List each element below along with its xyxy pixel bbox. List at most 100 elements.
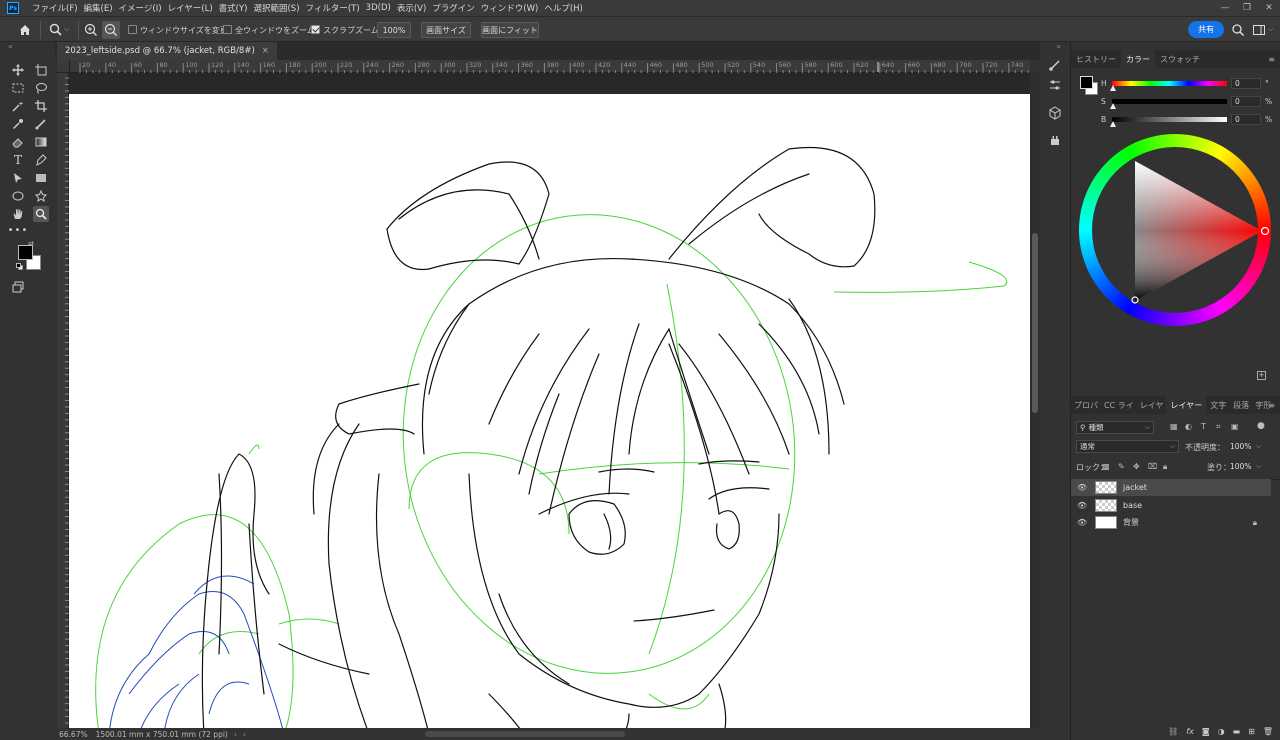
document-canvas[interactable]: [69, 94, 1030, 728]
tab-swatches[interactable]: スウォッチ: [1155, 50, 1205, 68]
menu-edit[interactable]: 編集(E): [81, 2, 116, 14]
opacity-input[interactable]: 100%: [1226, 440, 1260, 453]
new-group-icon[interactable]: ▬: [1233, 727, 1241, 736]
adjustment-layer-icon[interactable]: ◑: [1218, 727, 1225, 736]
fill-screen-button[interactable]: 画面にフィット: [481, 22, 539, 38]
horizontal-scrollbar-thumb[interactable]: [425, 731, 625, 737]
plugin-icon[interactable]: [1048, 134, 1062, 148]
add-mask-icon[interactable]: ◙: [1202, 727, 1210, 736]
ruler-origin[interactable]: [57, 60, 70, 73]
link-layers-icon[interactable]: ⛓︎: [1168, 727, 1178, 736]
tab-paragraph[interactable]: 段落: [1230, 396, 1252, 414]
zoom-all-windows-checkbox[interactable]: [223, 25, 232, 34]
menu-view[interactable]: 表示(V): [394, 2, 429, 14]
more-tools-icon[interactable]: •••: [8, 222, 28, 238]
hue-slider-handle[interactable]: [1110, 85, 1116, 91]
saturation-slider[interactable]: [1112, 99, 1227, 104]
saturation-slider-handle[interactable]: [1110, 103, 1116, 109]
eyedropper-tool-icon[interactable]: [10, 116, 26, 132]
ellipse-tool-icon[interactable]: [10, 188, 26, 204]
menu-image[interactable]: イメージ(I): [116, 2, 165, 14]
zoom-level-readout[interactable]: 66.67%: [59, 730, 88, 739]
document-tab[interactable]: 2023_leftside.psd @ 66.7% (jacket, RGB/8…: [57, 42, 277, 60]
magic-wand-tool-icon[interactable]: [10, 98, 26, 114]
custom-shape-tool-icon[interactable]: [33, 188, 49, 204]
filter-toggle-icon[interactable]: ●: [1257, 421, 1265, 431]
brightness-slider-handle[interactable]: [1110, 121, 1116, 127]
menu-window[interactable]: ウィンドウ(W): [478, 2, 542, 14]
default-colors-icon[interactable]: [16, 263, 23, 270]
lock-artboard-icon[interactable]: ⌧: [1148, 462, 1157, 471]
brightness-slider[interactable]: [1112, 117, 1227, 122]
foreground-color-swatch[interactable]: [18, 245, 33, 260]
hand-tool-icon[interactable]: [10, 206, 26, 222]
chevron-down-icon[interactable]: ⌵: [64, 25, 69, 34]
filter-smart-object-icon[interactable]: ▣: [1231, 422, 1239, 431]
hue-slider[interactable]: [1112, 81, 1227, 86]
layer-filter-dropdown[interactable]: ⚲ 種類 ⌵: [1076, 421, 1154, 434]
menu-file[interactable]: ファイル(F): [29, 2, 81, 14]
vertical-scrollbar[interactable]: [1030, 73, 1040, 728]
tab-history[interactable]: ヒストリー: [1071, 50, 1121, 68]
rectangle-tool-icon[interactable]: [33, 170, 49, 186]
home-icon[interactable]: [18, 23, 32, 37]
lock-position-icon[interactable]: ✥: [1133, 462, 1140, 471]
zoom-in-icon[interactable]: [83, 22, 99, 38]
chevron-down-icon[interactable]: ⌵: [1256, 462, 1261, 471]
filter-pixel-icon[interactable]: ▦: [1170, 422, 1178, 431]
brush-settings-icon[interactable]: [1048, 58, 1062, 72]
3d-cube-icon[interactable]: [1048, 106, 1062, 120]
search-icon[interactable]: [1231, 23, 1245, 37]
zoom-tool-preset-icon[interactable]: [48, 22, 64, 38]
brightness-value-input[interactable]: 0: [1231, 114, 1261, 125]
delete-layer-icon[interactable]: 🗑︎: [1263, 727, 1273, 736]
fit-screen-button[interactable]: 画面サイズ: [421, 22, 471, 38]
chevron-down-icon[interactable]: ⌵: [1256, 442, 1261, 451]
crop-tool-icon[interactable]: [33, 98, 49, 114]
visibility-eye-icon[interactable]: 👁︎: [1077, 501, 1087, 510]
chevron-right-icon[interactable]: ›: [234, 730, 237, 739]
pen-tool-icon[interactable]: [33, 152, 49, 168]
lock-image-pixels-icon[interactable]: ✎: [1118, 462, 1125, 471]
fill-input[interactable]: 100%: [1226, 460, 1260, 473]
chevron-down-icon[interactable]: ⌵: [1268, 25, 1273, 34]
share-button[interactable]: 共有: [1188, 21, 1224, 38]
zoom-tool-icon[interactable]: [33, 206, 49, 222]
path-selection-tool-icon[interactable]: [10, 170, 26, 186]
close-window-icon[interactable]: ✕: [1258, 0, 1280, 16]
menu-select[interactable]: 選択範囲(S): [250, 2, 302, 14]
color-triangle[interactable]: [1079, 134, 1271, 326]
move-tool-icon[interactable]: [10, 62, 26, 78]
menu-3d[interactable]: 3D(D): [363, 3, 394, 13]
zoom-out-icon[interactable]: [102, 21, 120, 39]
close-tab-icon[interactable]: ×: [262, 46, 269, 56]
gradient-tool-icon[interactable]: [33, 134, 49, 150]
quick-mask-icon[interactable]: [10, 279, 26, 295]
panel-menu-icon[interactable]: ≡: [1268, 55, 1275, 64]
color-wheel[interactable]: [1079, 134, 1271, 326]
menu-layer[interactable]: レイヤー(L): [165, 2, 216, 14]
visibility-eye-icon[interactable]: 👁︎: [1077, 483, 1087, 492]
eraser-tool-icon[interactable]: [10, 134, 26, 150]
collapse-arrows-icon[interactable]: «: [8, 42, 13, 51]
lock-transparent-pixels-icon[interactable]: ▩: [1102, 462, 1110, 471]
layer-row-jacket[interactable]: 👁︎ jacket: [1071, 479, 1271, 496]
menu-plugins[interactable]: プラグイン: [429, 2, 478, 14]
scroll-left-icon[interactable]: ‹: [243, 730, 246, 739]
zoom-100-button[interactable]: 100%: [377, 22, 411, 38]
saturation-value-input[interactable]: 0: [1231, 96, 1261, 107]
add-icon[interactable]: +: [1257, 371, 1266, 380]
tab-color[interactable]: カラー: [1121, 50, 1155, 68]
tab-cc-libraries[interactable]: CC ライ: [1101, 396, 1137, 414]
type-tool-icon[interactable]: T: [10, 152, 26, 168]
layer-row-base[interactable]: 👁︎ base: [1071, 497, 1271, 514]
restore-icon[interactable]: ❐: [1236, 0, 1258, 16]
tab-properties[interactable]: プロパ: [1071, 396, 1101, 414]
layer-row-background[interactable]: 👁︎ 背景 🔒︎: [1071, 514, 1271, 531]
tab-character[interactable]: 文字: [1206, 396, 1230, 414]
scrubby-zoom-checkbox[interactable]: [311, 25, 320, 34]
lock-all-icon[interactable]: 🔒︎: [1163, 462, 1167, 472]
minimize-icon[interactable]: —: [1214, 0, 1236, 16]
layer-style-fx-icon[interactable]: fx: [1186, 727, 1194, 736]
expand-arrows-icon[interactable]: »: [1056, 42, 1061, 51]
